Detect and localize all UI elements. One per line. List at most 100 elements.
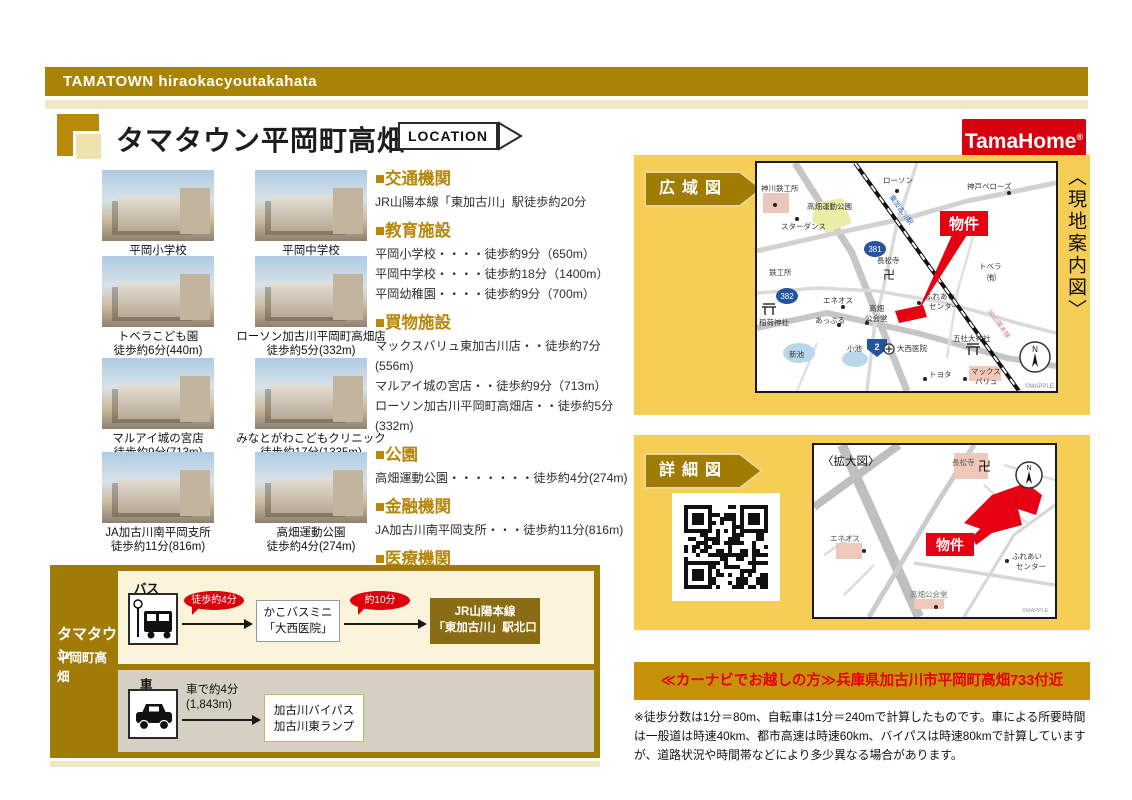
photo-distance: 徒歩約5分(332m) <box>231 344 391 358</box>
svg-text:高畑公会堂: 高畑公会堂 <box>910 589 948 599</box>
car-destination-box: 加古川バイパス加古川東ランプ <box>264 694 364 742</box>
svg-text:物件: 物件 <box>936 537 964 553</box>
photo-distance: 徒歩約11分(816m) <box>78 540 238 554</box>
svg-text:トベラ: トベラ <box>979 262 1002 271</box>
photo-junior-high <box>255 170 367 241</box>
photo-elementary-school <box>102 170 214 241</box>
bus-walk-time-badge: 徒歩約4分 <box>184 591 244 610</box>
svg-text:新池: 新池 <box>789 349 804 359</box>
photo-lawson <box>255 256 367 327</box>
svg-text:あっぷる: あっぷる <box>815 316 845 325</box>
svg-text:㈲: ㈲ <box>987 272 996 283</box>
svg-text:大西医院: 大西医院 <box>897 343 927 353</box>
facilities-list: ■交通機関 JR山陽本線「東加古川」駅徒歩約20分 ■教育施設 平岡小学校・・・… <box>375 160 631 612</box>
detail-map-tab: 詳細図 <box>644 453 762 489</box>
compass-n: N <box>1032 345 1038 354</box>
svg-text:長松寺: 長松寺 <box>877 255 900 265</box>
wide-map-drawing: 物件 381 382 2 卍 <box>757 163 1056 391</box>
photo-park <box>255 452 367 523</box>
svg-text:神川鉄工所: 神川鉄工所 <box>761 183 799 193</box>
svg-text:長松寺: 長松寺 <box>952 457 975 467</box>
section-heading-transport: ■交通機関 <box>375 165 631 189</box>
photo-card: JA加古川南平岡支所徒歩約11分(816m) <box>78 452 238 554</box>
section-heading-education: ■教育施設 <box>375 217 631 241</box>
tamahome-logo: TamaHome® <box>962 119 1086 156</box>
access-sidebar: タマタウン 平岡町高畑 <box>50 565 118 758</box>
svg-text:センター: センター <box>1016 562 1046 571</box>
wide-map: 物件 381 382 2 卍 <box>755 161 1058 393</box>
carnav-banner: ≪カーナビでお越しの方≫兵庫県加古川市平岡町高畑733付近 <box>634 662 1090 700</box>
svg-text:381: 381 <box>868 245 882 254</box>
wide-map-frame-label: 〈現地案内図〉 <box>1062 167 1089 403</box>
svg-text:©MAPPLE: ©MAPPLE <box>1025 383 1054 390</box>
photo-name: ローソン加古川平岡町高畑店 <box>231 330 391 344</box>
flyer-page: TAMATOWN hiraokacyoutakahata タマタウン平岡町高畑 … <box>0 0 1132 800</box>
detail-map-panel: 詳細図 <box>634 435 1090 630</box>
wide-map-panel: 広域図 <box>634 155 1090 415</box>
svg-text:小池: 小池 <box>847 343 862 353</box>
location-label: LOCATION <box>398 122 498 150</box>
access-diagram: タマタウン 平岡町高畑 バス 徒歩約4分 かこバスミニ「大西医院」 <box>50 565 600 758</box>
section-heading-finance: ■金融機関 <box>375 493 631 517</box>
car-icon <box>130 691 176 737</box>
bus-stop-box: かこバスミニ「大西医院」 <box>256 600 340 642</box>
svg-text:〈拡大図〉: 〈拡大図〉 <box>822 454 880 468</box>
title-square-light <box>73 131 104 162</box>
photo-distance: 徒歩約6分(440m) <box>78 344 238 358</box>
svg-text:ふれあい: ふれあい <box>1012 552 1042 561</box>
svg-text:エネオス: エネオス <box>823 296 853 305</box>
svg-text:ふれあい: ふれあい <box>925 292 955 301</box>
bottom-strip <box>50 761 600 767</box>
bus-icon-box <box>128 593 178 645</box>
photo-name: トベラこども園 <box>78 330 238 344</box>
svg-text:ローソン: ローソン <box>883 176 913 185</box>
svg-text:高畑運動公園: 高畑運動公園 <box>807 201 852 211</box>
photo-name: マルアイ城の宮店 <box>78 432 238 446</box>
footnote-text: ※徒歩分数は1分＝80m、自転車は1分＝240mで計算したものです。車による所要… <box>634 708 1096 765</box>
svg-text:エネオス: エネオス <box>830 534 860 543</box>
detail-map-drawing: 物件 〈拡大図〉 長松寺 卍 エネオス ふれあい センター 高畑公会堂 N ©M… <box>814 445 1055 617</box>
photo-card: ローソン加古川平岡町高畑店徒歩約5分(332m) <box>231 256 391 358</box>
photo-marui <box>102 358 214 429</box>
svg-text:382: 382 <box>780 292 794 301</box>
bus-destination-box: JR山陽本線「東加古川」駅北口 <box>430 598 540 644</box>
photo-name: 高畑運動公園 <box>231 526 391 540</box>
photo-clinic <box>255 358 367 429</box>
svg-text:卍: 卍 <box>978 459 991 474</box>
wide-map-tab: 広域図 <box>644 171 762 207</box>
svg-text:物件: 物件 <box>949 215 979 233</box>
photo-kindergarten <box>102 256 214 327</box>
photo-card: トベラこども園徒歩約6分(440m) <box>78 256 238 358</box>
svg-text:マックス: マックス <box>971 367 1001 376</box>
photo-card: 高畑運動公園徒歩約4分(274m) <box>231 452 391 554</box>
photo-card: みなとがわこどもクリニック徒歩約17分(1335m) <box>231 358 391 460</box>
location-arrow-icon <box>498 121 526 151</box>
svg-text:公会堂: 公会堂 <box>865 313 888 323</box>
header-bar: TAMATOWN hiraokacyoutakahata <box>45 67 1088 96</box>
svg-text:スターダンス: スターダンス <box>781 221 826 231</box>
section-heading-park: ■公園 <box>375 441 631 465</box>
bus-icon <box>130 595 176 643</box>
photo-name: JA加古川南平岡支所 <box>78 526 238 540</box>
svg-text:2: 2 <box>874 342 879 352</box>
svg-text:バリュ: バリュ <box>975 377 998 386</box>
svg-text:鉄工所: 鉄工所 <box>769 267 792 277</box>
photo-ja-bank <box>102 452 214 523</box>
qr-code <box>672 493 780 601</box>
section-heading-shopping: ■買物施設 <box>375 309 631 333</box>
photo-name: みなとがわこどもクリニック <box>231 432 391 446</box>
page-title: タマタウン平岡町高畑 <box>116 119 406 159</box>
svg-text:五社大神社: 五社大神社 <box>953 333 991 343</box>
bus-ride-time-badge: 約10分 <box>350 591 410 610</box>
svg-text:トヨタ: トヨタ <box>929 370 952 379</box>
photo-card: マルアイ城の宮店徒歩約9分(713m) <box>78 358 238 460</box>
compass-n: N <box>1026 465 1031 472</box>
car-time-note: 車で約4分(1,843m) <box>186 683 238 713</box>
car-route-row: 車 車で約4分(1,843m) 加古川バイパス加古川東ランプ <box>118 670 594 752</box>
detail-map: 物件 〈拡大図〉 長松寺 卍 エネオス ふれあい センター 高畑公会堂 N ©M… <box>812 443 1057 619</box>
location-tag: LOCATION <box>398 121 526 150</box>
svg-text:神戸ペローズ: 神戸ペローズ <box>967 181 1012 191</box>
svg-text:卍: 卍 <box>883 268 895 282</box>
svg-text:©MAPPLE: ©MAPPLE <box>1022 607 1049 614</box>
svg-text:高畑: 高畑 <box>869 303 884 313</box>
